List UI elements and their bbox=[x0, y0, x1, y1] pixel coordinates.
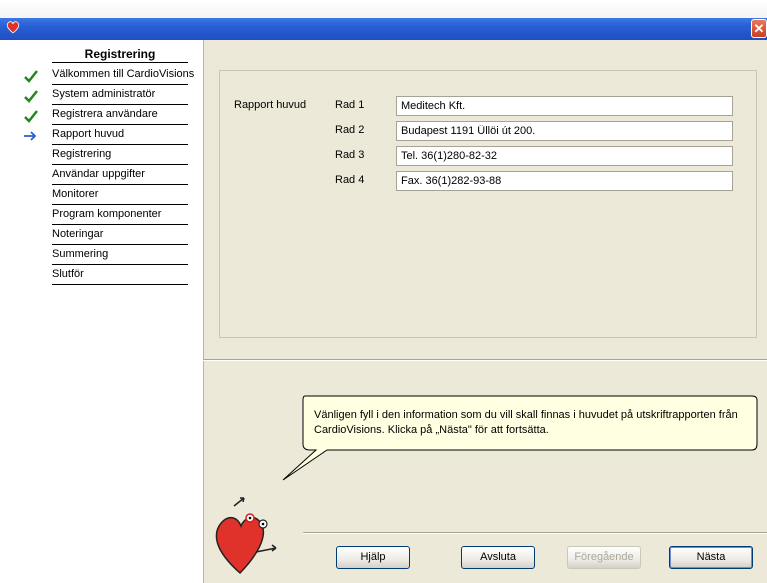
back-button[interactable]: Föregående bbox=[567, 546, 641, 569]
help-button[interactable]: Hjälp bbox=[336, 546, 410, 569]
help-text: Vänligen fyll i den information som du v… bbox=[314, 409, 738, 436]
heart-mascot-icon bbox=[215, 497, 277, 575]
cancel-button[interactable]: Avsluta bbox=[461, 546, 535, 569]
help-speech-bubble bbox=[282, 395, 758, 481]
next-button[interactable]: Nästa bbox=[669, 546, 753, 569]
button-bar-divider bbox=[303, 532, 767, 534]
